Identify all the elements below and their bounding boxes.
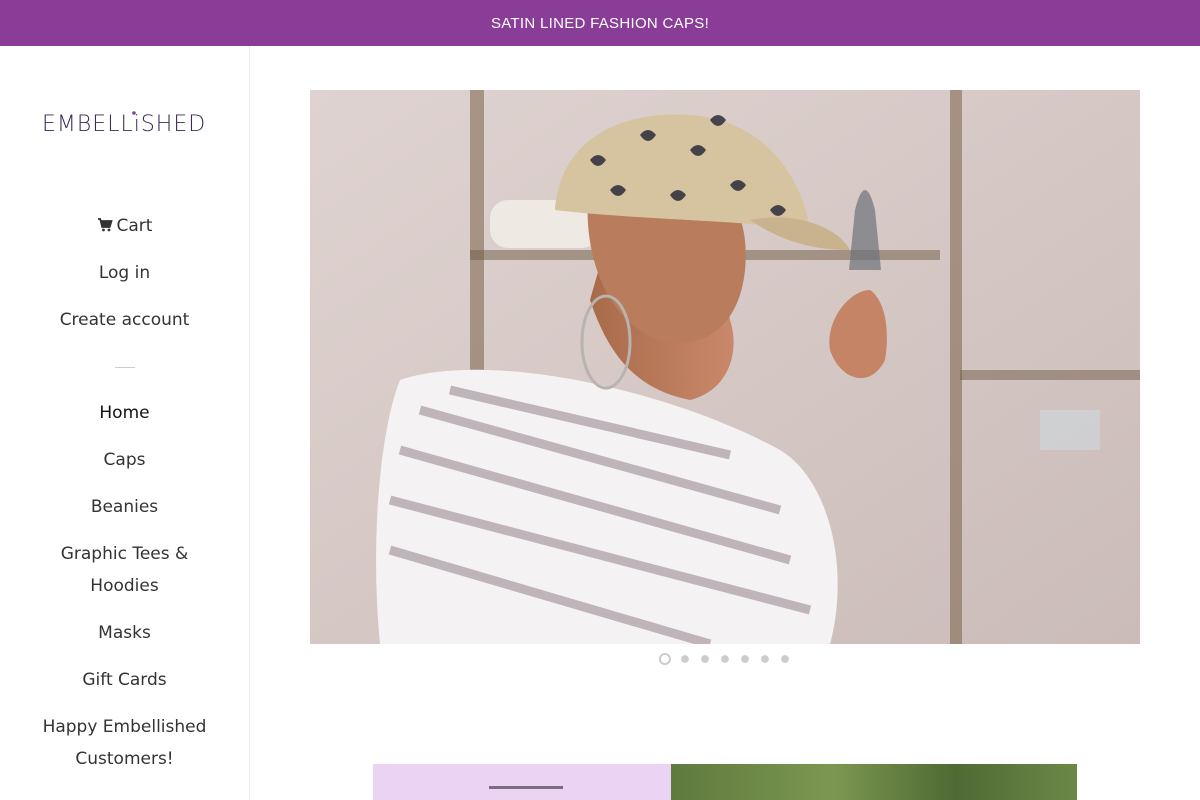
feature-panel-photo [671,764,1077,800]
nav-item-graphic-tees-hoodies[interactable]: Graphic Tees & Hoodies [0,538,249,602]
nav-item-gift-cards[interactable]: Gift Cards [0,664,249,696]
cart-link[interactable]: Cart [0,210,249,242]
login-link[interactable]: Log in [0,257,249,289]
slide-dot-2[interactable] [681,655,689,663]
nav-item-label: Graphic Tees & [60,544,189,564]
slide-dot-4[interactable] [721,655,729,663]
slide-dot-5[interactable] [741,655,749,663]
cart-label: Cart [116,216,153,236]
feature-accent-line [489,786,563,789]
nav-item-label-line2: Hoodies [90,576,159,596]
logo-wordmark: EMBELLiSHED [42,111,206,137]
hero-slideshow[interactable] [310,90,1140,644]
nav-item-label: Masks [98,623,151,643]
nav-item-caps[interactable]: Caps [0,444,249,476]
announcement-text: SATIN LINED FASHION CAPS! [490,14,710,32]
slide-dot-3[interactable] [701,655,709,663]
create-account-link[interactable]: Create account [0,304,249,336]
login-label: Log in [98,263,151,283]
slide-dot-7[interactable] [781,655,789,663]
nav-item-label: Caps [103,450,146,470]
svg-text:EMBELLiSHED: EMBELLiSHED [42,112,206,137]
slide-dot-1[interactable] [659,653,671,665]
nav-item-label: Home [99,403,150,423]
announcement-bar: SATIN LINED FASHION CAPS! [0,0,1200,46]
logo[interactable]: EMBELLiSHED [42,106,208,140]
slideshow-dots [659,653,791,665]
nav-divider [115,367,135,368]
hero-image [310,90,1140,644]
nav-item-label-line2: Customers! [75,749,174,769]
sidebar: EMBELLiSHED Cart Log in Create account H… [0,46,250,800]
nav-item-beanies[interactable]: Beanies [0,491,249,523]
nav-item-label: Gift Cards [82,670,167,690]
slide-dot-6[interactable] [761,655,769,663]
nav-item-masks[interactable]: Masks [0,617,249,649]
create-account-label: Create account [59,310,190,330]
nav-item-label: Beanies [90,497,159,517]
nav-item-home[interactable]: Home [0,397,249,429]
feature-panel-pink [373,764,671,800]
featured-collection-banner[interactable] [373,764,1077,800]
nav-item-label: Happy Embellished [42,717,207,737]
main-content [250,46,1200,800]
nav-item-happy-customers[interactable]: Happy Embellished Customers! [0,711,249,775]
cart-icon [97,218,113,232]
